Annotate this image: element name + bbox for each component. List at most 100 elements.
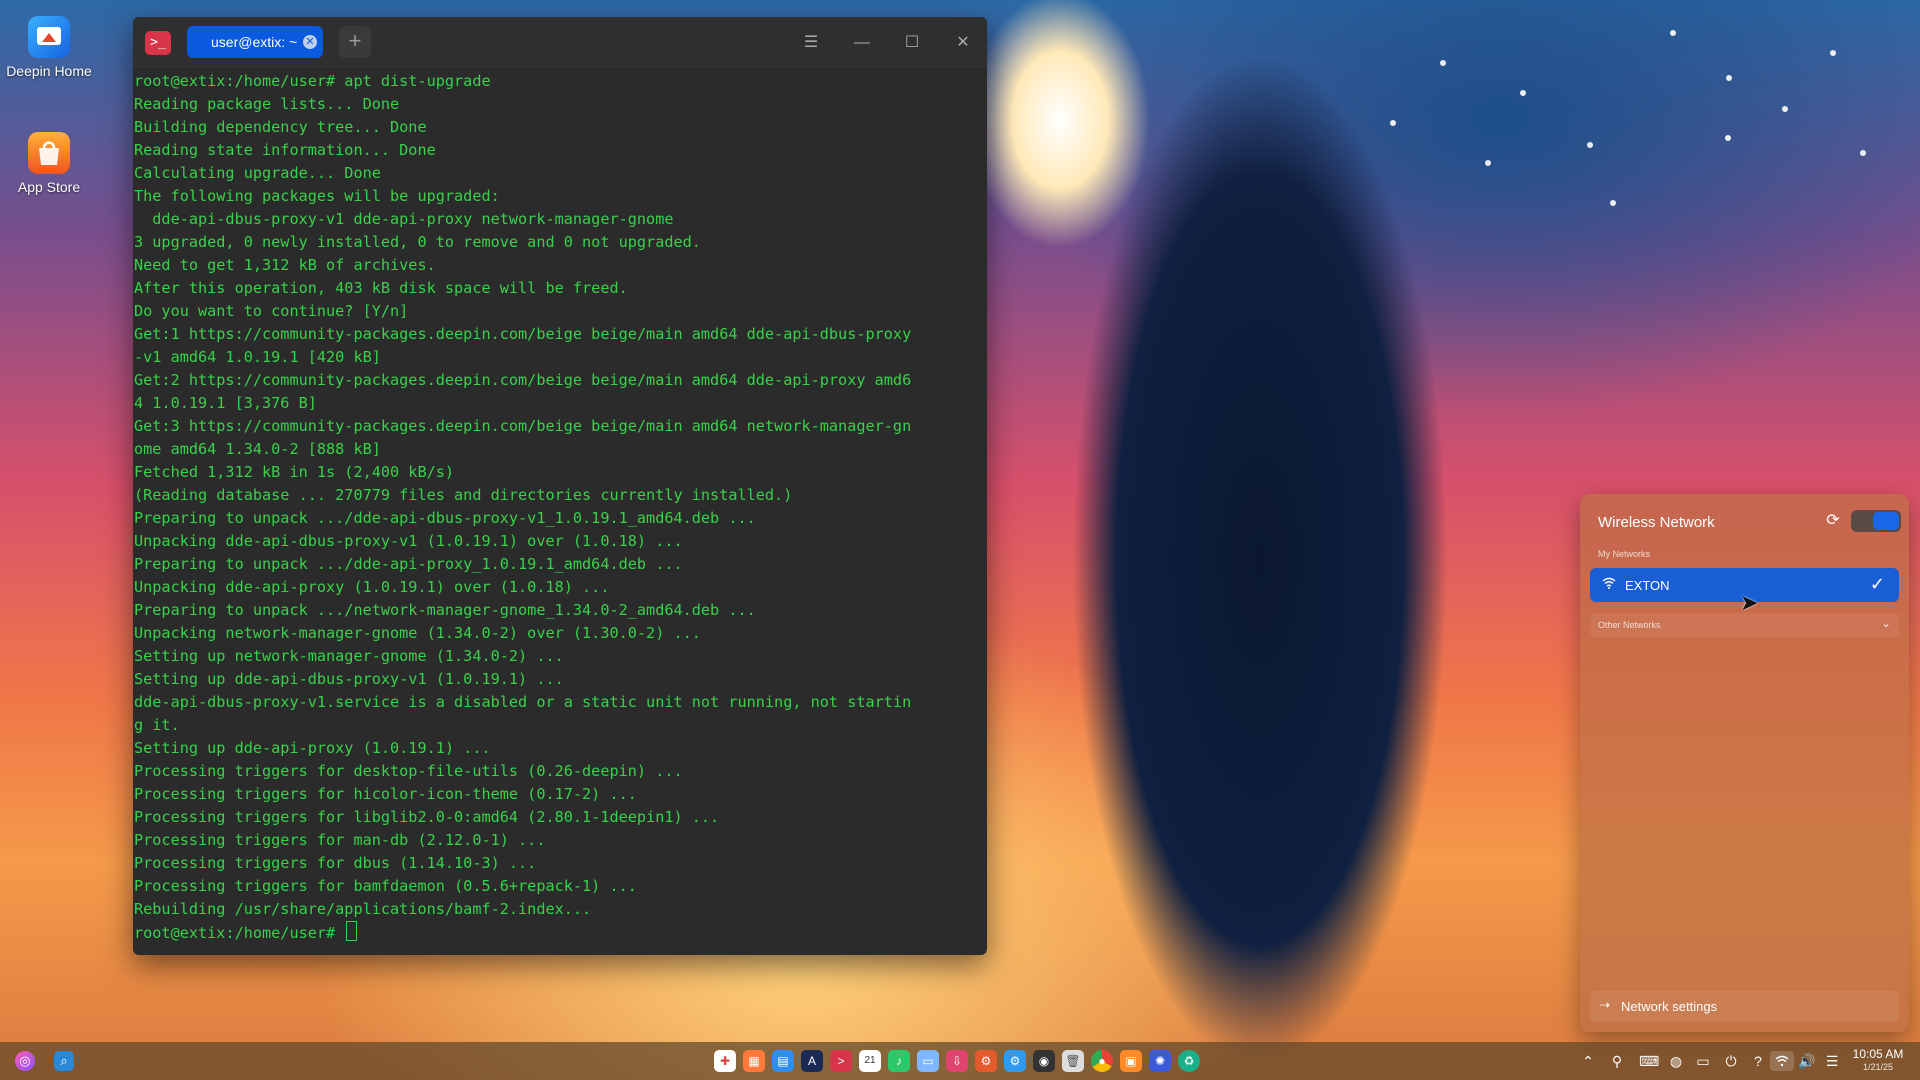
terminal-titlebar[interactable]: >_ user@extix: ~ ✕ + ☰ — ☐ ✕ [133,17,987,70]
terminal-line: root@extix:/home/user# apt dist-upgrade [134,72,491,90]
refresh-icon[interactable]: ⟳ [1823,511,1843,531]
terminal-line: Reading state information... Done [134,141,436,159]
dock-settings-gear-icon[interactable]: ⚙ [975,1050,997,1072]
network-name: EXTON [1625,578,1670,593]
terminal-line: Unpacking dde-api-dbus-proxy-v1 (1.0.19.… [134,532,683,550]
dock-folder-icon[interactable]: ▭ [917,1050,939,1072]
terminal-line: Setting up network-manager-gnome (1.34.0… [134,647,564,665]
terminal-line: root@extix:/home/user# [134,921,987,944]
tray-power-icon[interactable]: ⏻ [1721,1051,1741,1071]
terminal-line: 3 upgraded, 0 newly installed, 0 to remo… [134,233,701,251]
clock-date: 1/21/25 [1862,1062,1894,1072]
menu-icon[interactable]: ☰ [799,31,823,55]
arrow-right-icon: ⇢ [1600,998,1611,1012]
tray-volume-icon[interactable]: 🔊 [1797,1051,1817,1071]
dock-music-icon[interactable]: ♪ [888,1050,910,1072]
dock-terminal-icon[interactable]: > [830,1050,852,1072]
panel-title: Wireless Network [1598,514,1715,531]
terminal-line: Processing triggers for bamfdaemon (0.5.… [134,877,637,895]
network-settings-label: Network settings [1621,999,1718,1014]
terminal-line: Fetched 1,312 kB in 1s (2,400 kB/s) [134,463,455,481]
terminal-line: Need to get 1,312 kB of archives. [134,256,436,274]
terminal-line: (Reading database ... 270779 files and d… [134,486,793,504]
terminal-cursor [346,921,358,941]
launcher-icon[interactable]: ◎ [15,1051,35,1071]
taskbar-clock[interactable]: 10:05 AM 1/21/25 [1846,1047,1910,1073]
close-icon[interactable]: ✕ [951,31,975,55]
terminal-line: The following packages will be upgraded: [134,187,500,205]
terminal-app-icon: >_ [145,31,171,55]
taskbar: ◎ ⌕ ✚ ▦ ▤ A > 21 ♪ ▭ ⇩ ⚙ ⚙ ◉ 🗑 ● ▣ ✺ ♻ ⌃… [0,1042,1920,1080]
desktop-icon-label: App Store [17,179,81,195]
dock-trash-icon[interactable]: 🗑 [1062,1050,1084,1072]
dock-app-store-icon[interactable]: ▣ [1120,1050,1142,1072]
wireless-network-panel: Wireless Network ⟳ My Networks EXTON ✓ O… [1580,494,1909,1032]
tray-usb-icon[interactable]: ⚲ [1607,1051,1627,1071]
terminal-line: Rebuilding /usr/share/applications/bamf-… [134,900,592,918]
new-tab-button[interactable]: + [339,26,371,58]
dock-system-icon[interactable]: ✺ [1149,1050,1171,1072]
dock-file-manager-icon[interactable]: ▤ [772,1050,794,1072]
search-icon[interactable]: ⌕ [54,1051,74,1071]
wifi-toggle[interactable] [1851,510,1901,532]
tab-close-icon[interactable]: ✕ [303,35,317,49]
connected-check-icon: ✓ [1869,574,1885,594]
deepin-home-icon [28,16,70,58]
terminal-line: Processing triggers for desktop-file-uti… [134,762,683,780]
terminal-line: Setting up dde-api-proxy (1.0.19.1) ... [134,739,491,757]
tray-help-icon[interactable]: ? [1748,1051,1768,1071]
tray-wifi-icon[interactable] [1770,1051,1794,1071]
terminal-line: Get:2 https://community-packages.deepin.… [134,371,912,389]
terminal-line: Preparing to unpack .../network-manager-… [134,601,756,619]
tray-keyboard-icon[interactable]: ⌨ [1639,1051,1659,1071]
wifi-signal-icon [1602,577,1616,592]
terminal-line: Do you want to continue? [Y/n] [134,302,409,320]
tray-vpn-icon[interactable]: ◍ [1666,1051,1686,1071]
terminal-line: After this operation, 403 kB disk space … [134,279,628,297]
my-networks-label: My Networks [1598,549,1651,559]
other-networks-toggle[interactable]: Other Networks ⌄ [1590,613,1899,637]
terminal-line: Get:1 https://community-packages.deepin.… [134,325,912,343]
clock-time: 10:05 AM [1852,1047,1904,1061]
terminal-line: dde-api-dbus-proxy-v1 dde-api-proxy netw… [134,210,674,228]
dock-browser-icon[interactable]: ● [1091,1050,1113,1072]
network-settings-button[interactable]: ⇢ Network settings [1590,990,1899,1022]
terminal-line: dde-api-dbus-proxy-v1.service is a disab… [134,693,912,711]
dock-grid-icon[interactable]: ▦ [743,1050,765,1072]
terminal-line: Preparing to unpack .../dde-api-dbus-pro… [134,509,756,527]
dock-recycle-icon[interactable]: ♻ [1178,1050,1200,1072]
terminal-line: Processing triggers for hicolor-icon-the… [134,785,637,803]
terminal-line: Processing triggers for dbus (1.14.10-3)… [134,854,537,872]
terminal-line: Preparing to unpack .../dde-api-proxy_1.… [134,555,683,573]
dock-control-center-icon[interactable]: ⚙ [1004,1050,1026,1072]
chevron-down-icon: ⌄ [1880,616,1891,630]
terminal-tab-label: user@extix: ~ [211,34,298,50]
dock-calendar-icon[interactable]: 21 [859,1050,881,1072]
terminal-output[interactable]: root@extix:/home/user# apt dist-upgrade R… [133,70,987,955]
terminal-line: Reading package lists... Done [134,95,400,113]
dock-downloader-icon[interactable]: ⇩ [946,1050,968,1072]
tray-battery-icon[interactable]: ▭ [1693,1051,1713,1071]
terminal-line: Setting up dde-api-dbus-proxy-v1 (1.0.19… [134,670,564,688]
terminal-tab[interactable]: user@extix: ~ ✕ [187,26,323,58]
dock-text-editor-icon[interactable]: A [801,1050,823,1072]
dock-multitask-icon[interactable]: ✚ [714,1050,736,1072]
terminal-window[interactable]: >_ user@extix: ~ ✕ + ☰ — ☐ ✕ root@extix:… [133,17,987,955]
terminal-line: Processing triggers for libglib2.0-0:amd… [134,808,720,826]
dock-screenshot-icon[interactable]: ◉ [1033,1050,1055,1072]
mouse-pointer-icon: ➤ [1740,590,1759,615]
terminal-line: g it. [134,716,180,734]
terminal-line: Get:3 https://community-packages.deepin.… [134,417,912,435]
desktop-icon-app-store[interactable]: App Store [6,132,92,196]
maximize-icon[interactable]: ☐ [900,31,924,55]
tray-notification-icon[interactable]: ☰ [1822,1051,1842,1071]
app-store-icon [28,132,70,174]
terminal-line: 4 1.0.19.1 [3,376 B] [134,394,317,412]
desktop-icon-deepin-home[interactable]: Deepin Home [6,16,92,80]
terminal-line: Processing triggers for man-db (2.12.0-1… [134,831,546,849]
terminal-line: Unpacking dde-api-proxy (1.0.19.1) over … [134,578,610,596]
tray-expand-icon[interactable]: ⌃ [1578,1051,1598,1071]
terminal-line: -v1 amd64 1.0.19.1 [420 kB] [134,348,381,366]
minimize-icon[interactable]: — [850,31,874,55]
terminal-line: ome amd64 1.34.0-2 [888 kB] [134,440,381,458]
